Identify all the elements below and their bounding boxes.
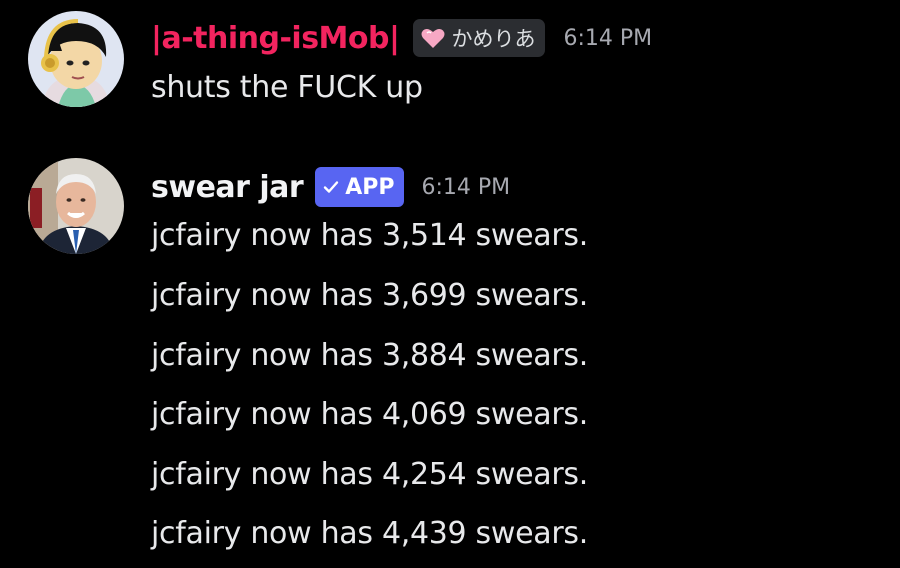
message-content: shuts the FUCK up xyxy=(151,70,423,105)
server-tag[interactable]: かめりあ xyxy=(413,19,546,57)
heart-icon xyxy=(421,27,445,49)
check-icon xyxy=(323,179,339,195)
app-badge-label: APP xyxy=(345,174,395,200)
message-content: jcfairy now has 3,884 swears. xyxy=(151,338,588,373)
message-content: jcfairy now has 3,699 swears. xyxy=(151,278,588,313)
server-tag-label: かめりあ xyxy=(451,27,536,51)
message-header: swear jar APP 6:14 PM xyxy=(151,166,510,208)
message-content: jcfairy now has 3,514 swears. xyxy=(151,218,588,253)
username[interactable]: |a-thing-isMob| xyxy=(151,21,400,56)
message-content: jcfairy now has 4,439 swears. xyxy=(151,516,588,551)
timestamp[interactable]: 6:14 PM xyxy=(563,26,652,51)
avatar[interactable] xyxy=(28,11,124,107)
message-content: jcfairy now has 4,069 swears. xyxy=(151,397,588,432)
message-content: jcfairy now has 4,254 swears. xyxy=(151,457,588,492)
avatar[interactable] xyxy=(28,158,124,254)
app-badge: APP xyxy=(315,167,404,207)
message-header: |a-thing-isMob| かめりあ 6:14 PM xyxy=(151,18,652,58)
username[interactable]: swear jar xyxy=(151,170,304,205)
timestamp[interactable]: 6:14 PM xyxy=(422,175,511,200)
